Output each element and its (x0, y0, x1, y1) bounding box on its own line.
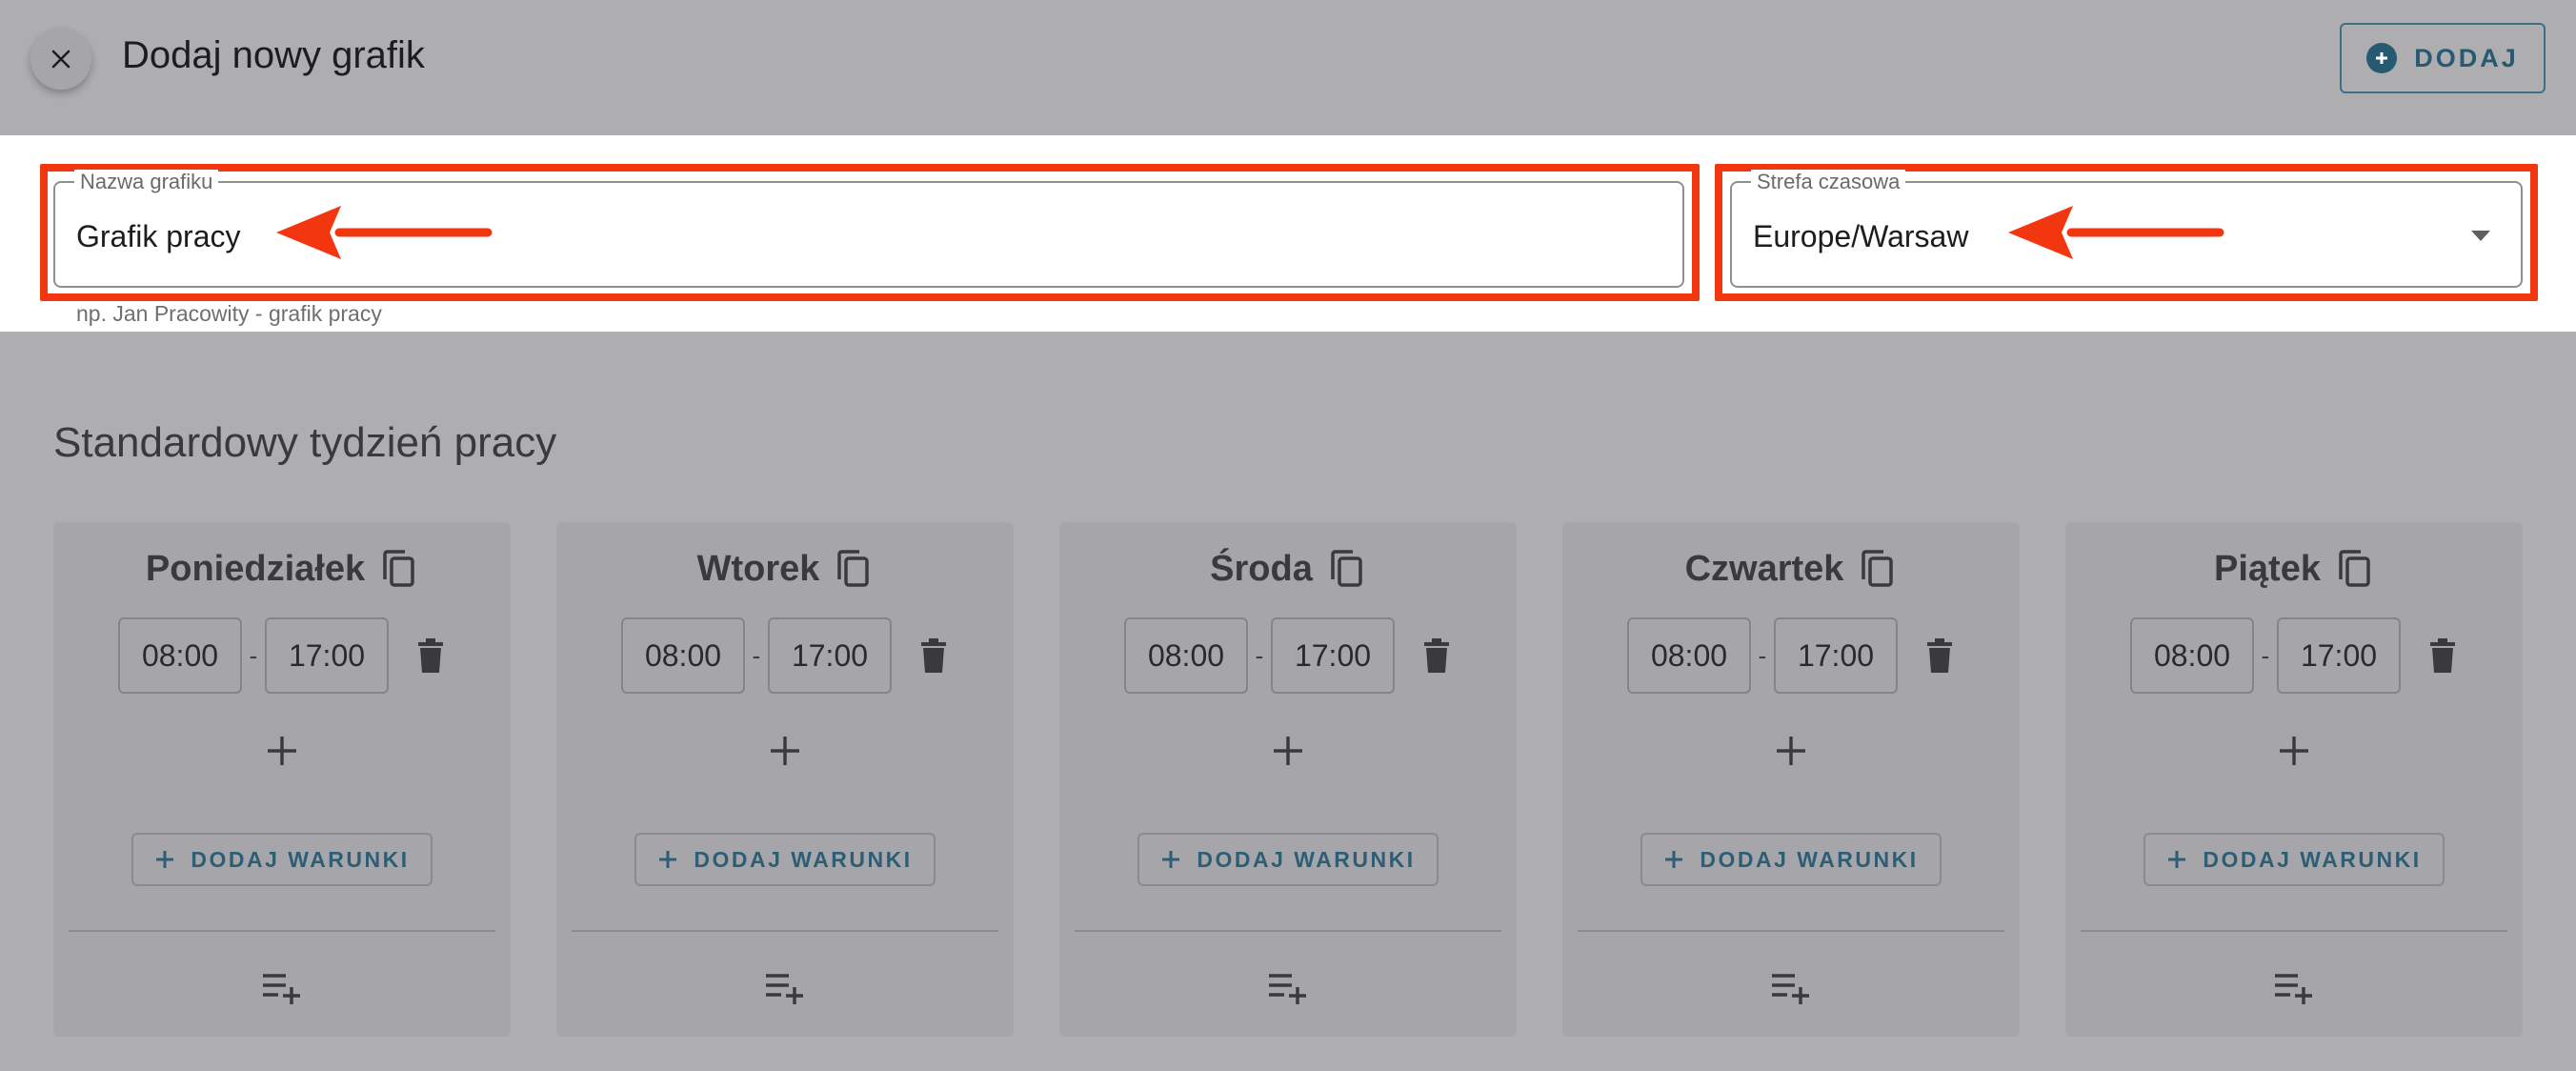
plus-icon[interactable] (263, 732, 301, 770)
divider (572, 930, 998, 932)
end-time-input[interactable]: 17:00 (2277, 617, 2401, 694)
divider (2081, 930, 2507, 932)
copy-icon[interactable] (1857, 547, 1897, 591)
day-name: Czwartek (1684, 548, 1844, 589)
plus-icon (1665, 851, 1683, 868)
copy-icon[interactable] (2334, 547, 2374, 591)
playlist-add-icon[interactable] (2273, 970, 2315, 1006)
time-separator: - (1758, 640, 1767, 670)
time-range: 08:00 - 17:00 (1562, 617, 2020, 694)
day-header: Piątek (2065, 547, 2523, 591)
end-time-input[interactable]: 17:00 (1271, 617, 1395, 694)
day-name: Piątek (2214, 548, 2321, 589)
close-icon (51, 50, 70, 69)
arrow-left-icon (2008, 206, 2224, 259)
add-conditions-label: DODAJ WARUNKI (2203, 846, 2422, 872)
add-conditions-label: DODAJ WARUNKI (694, 846, 913, 872)
add-conditions-button[interactable]: DODAJ WARUNKI (1640, 833, 1942, 886)
add-schedule-button[interactable]: DODAJ (2340, 23, 2546, 93)
day-card-2: Środa 08:00 - 17:00 DODAJ WARUNKI (1059, 522, 1517, 1037)
chevron-down-icon[interactable] (2471, 231, 2490, 241)
close-button[interactable] (30, 29, 91, 90)
schedule-name-helper: np. Jan Pracowity - grafik pracy (76, 301, 382, 326)
timezone-value[interactable]: Europe/Warsaw (1753, 219, 1968, 254)
plus-icon[interactable] (766, 732, 804, 770)
day-card-1: Wtorek 08:00 - 17:00 DODAJ WARUNKI (556, 522, 1014, 1037)
add-conditions-label: DODAJ WARUNKI (1700, 846, 1919, 872)
time-separator: - (752, 640, 761, 670)
copy-icon[interactable] (378, 547, 418, 591)
end-time-input[interactable]: 17:00 (768, 617, 892, 694)
day-card-4: Piątek 08:00 - 17:00 DODAJ WARUNKI (2065, 522, 2523, 1037)
time-range: 08:00 - 17:00 (2065, 617, 2523, 694)
plus-icon (659, 851, 677, 868)
trash-icon[interactable] (415, 637, 446, 675)
time-separator: - (1255, 640, 1264, 670)
plus-circle-icon (2366, 43, 2398, 73)
add-conditions-button[interactable]: DODAJ WARUNKI (634, 833, 936, 886)
playlist-add-icon[interactable] (1770, 970, 1812, 1006)
copy-icon[interactable] (1326, 547, 1366, 591)
section-title: Standardowy tydzień pracy (53, 419, 557, 466)
divider (1075, 930, 1501, 932)
add-schedule-label: DODAJ (2414, 43, 2519, 72)
time-range: 08:00 - 17:00 (556, 617, 1014, 694)
day-header: Wtorek (556, 547, 1014, 591)
playlist-add-icon[interactable] (261, 970, 303, 1006)
trash-icon[interactable] (1924, 637, 1955, 675)
plus-icon[interactable] (2275, 732, 2313, 770)
dialog-title: Dodaj nowy grafik (122, 34, 425, 76)
timezone-label: Strefa czasowa (1751, 170, 1906, 194)
trash-icon[interactable] (2427, 637, 2458, 675)
trash-icon[interactable] (918, 637, 949, 675)
day-name: Poniedziałek (145, 548, 366, 589)
schedule-name-value[interactable]: Grafik pracy (76, 219, 240, 254)
divider (69, 930, 495, 932)
add-conditions-button[interactable]: DODAJ WARUNKI (2143, 833, 2445, 886)
plus-icon (2168, 851, 2186, 868)
end-time-input[interactable]: 17:00 (265, 617, 389, 694)
playlist-add-icon[interactable] (764, 970, 806, 1006)
start-time-input[interactable]: 08:00 (2130, 617, 2254, 694)
schedule-name-label: Nazwa grafiku (74, 170, 219, 194)
day-header: Poniedziałek (53, 547, 511, 591)
time-separator: - (2261, 640, 2270, 670)
time-range: 08:00 - 17:00 (53, 617, 511, 694)
time-range: 08:00 - 17:00 (1059, 617, 1517, 694)
add-conditions-label: DODAJ WARUNKI (191, 846, 410, 872)
day-name: Środa (1210, 548, 1313, 589)
arrow-left-icon (276, 206, 493, 259)
copy-icon[interactable] (833, 547, 873, 591)
plus-icon[interactable] (1269, 732, 1307, 770)
divider (1578, 930, 2004, 932)
day-card-3: Czwartek 08:00 - 17:00 DODAJ WARUNKI (1562, 522, 2020, 1037)
end-time-input[interactable]: 17:00 (1774, 617, 1898, 694)
start-time-input[interactable]: 08:00 (1627, 617, 1751, 694)
add-conditions-label: DODAJ WARUNKI (1197, 846, 1416, 872)
plus-icon (156, 851, 174, 868)
dialog-header: Dodaj nowy grafik DODAJ (0, 0, 2576, 135)
add-conditions-button[interactable]: DODAJ WARUNKI (1137, 833, 1439, 886)
day-card-0: Poniedziałek 08:00 - 17:00 DODAJ WARUNKI (53, 522, 511, 1037)
start-time-input[interactable]: 08:00 (1124, 617, 1248, 694)
day-header: Środa (1059, 547, 1517, 591)
add-conditions-button[interactable]: DODAJ WARUNKI (131, 833, 433, 886)
trash-icon[interactable] (1421, 637, 1452, 675)
plus-icon (1162, 851, 1180, 868)
time-separator: - (249, 640, 258, 670)
day-name: Wtorek (696, 548, 820, 589)
day-header: Czwartek (1562, 547, 2020, 591)
playlist-add-icon[interactable] (1267, 970, 1309, 1006)
start-time-input[interactable]: 08:00 (118, 617, 242, 694)
start-time-input[interactable]: 08:00 (621, 617, 745, 694)
plus-icon[interactable] (1772, 732, 1810, 770)
